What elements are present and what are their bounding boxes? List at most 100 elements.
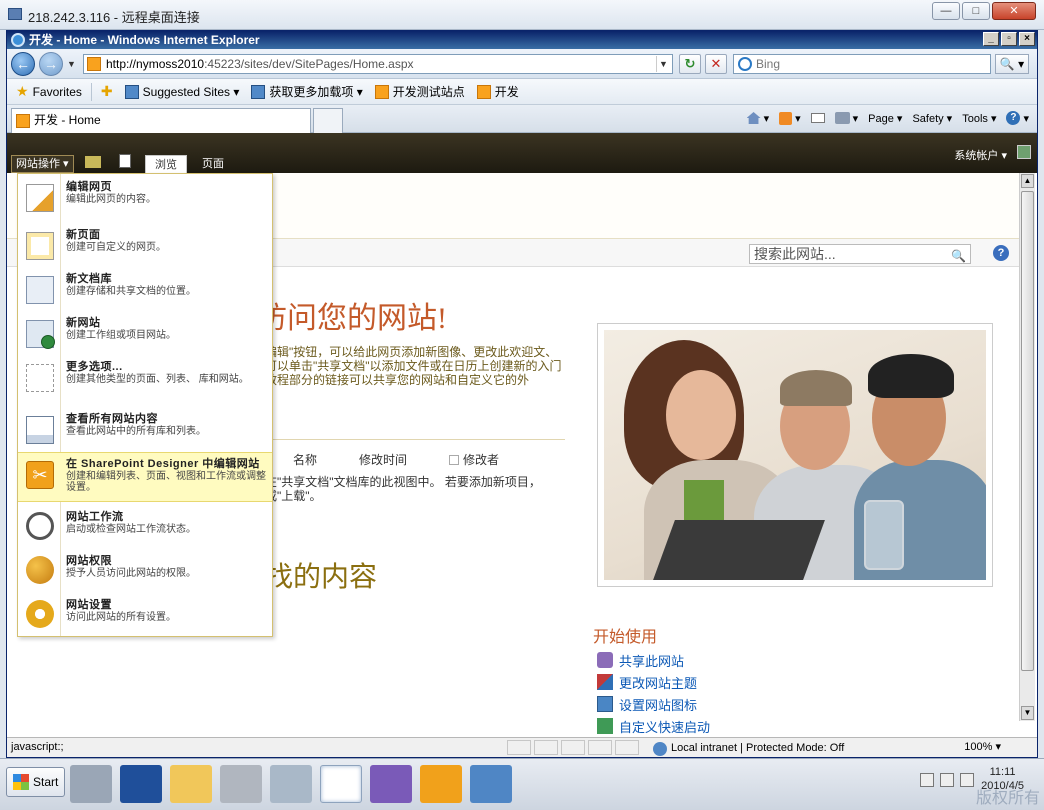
more-options-icon bbox=[26, 364, 54, 392]
ie-page-icon bbox=[251, 84, 266, 99]
forward-button[interactable]: → bbox=[39, 52, 63, 76]
network-icon[interactable] bbox=[470, 765, 512, 803]
rdp-maximize-button[interactable]: □ bbox=[962, 2, 990, 20]
print-button[interactable]: ▾ bbox=[834, 112, 858, 125]
gs-change-theme[interactable]: 更改网站主题 bbox=[597, 671, 710, 693]
safety-menu[interactable]: Safety ▾ bbox=[912, 112, 952, 125]
new-tab-button[interactable] bbox=[313, 108, 343, 133]
address-input[interactable]: http://nymoss2010:45223/sites/dev/SitePa… bbox=[83, 54, 673, 74]
gs-share-site[interactable]: 共享此网站 bbox=[597, 649, 710, 671]
tab-browse[interactable]: 浏览 bbox=[145, 155, 187, 173]
fav-dev-test-site[interactable]: 开发测试站点 bbox=[372, 83, 468, 100]
scroll-up-icon[interactable]: ▲ bbox=[1021, 174, 1034, 188]
help-icon[interactable]: ? bbox=[993, 245, 1009, 261]
site-search-placeholder: 搜索此网站... bbox=[754, 246, 836, 262]
visual-studio-icon[interactable] bbox=[370, 765, 412, 803]
zoom-control[interactable]: 100% ▾ bbox=[964, 738, 1001, 757]
menu-new-page[interactable]: 新页面 创建可自定义的网页。 bbox=[18, 226, 272, 260]
col-modified[interactable]: 修改时间 bbox=[359, 451, 407, 468]
menu-more-options[interactable]: 更多选项... 创建其他类型的页面、列表、 库和网站。 bbox=[18, 358, 272, 392]
gs-quick-launch[interactable]: 自定义快速启动 bbox=[597, 715, 710, 737]
favorites-button[interactable]: ★ Favorites bbox=[13, 83, 85, 100]
sharepoint-icon bbox=[476, 84, 491, 99]
powershell-icon[interactable] bbox=[120, 765, 162, 803]
add-favorite-button[interactable]: ✚ bbox=[98, 83, 116, 100]
start-button[interactable]: Start bbox=[6, 767, 66, 797]
search-button[interactable]: 🔍 ▾ bbox=[995, 54, 1029, 74]
doc-list-header: 名称 修改时间 修改者 bbox=[293, 451, 583, 468]
col-modified-by[interactable]: 修改者 bbox=[449, 451, 541, 468]
ie-close-button[interactable]: × bbox=[1019, 32, 1035, 46]
feeds-button[interactable]: ▾ bbox=[779, 111, 801, 125]
fav-label: Suggested Sites ▾ bbox=[142, 84, 240, 99]
url-host: http://nymoss2010 bbox=[106, 57, 205, 71]
search-icon[interactable]: 🔍 bbox=[951, 247, 966, 265]
ie-restore-button[interactable]: ▫ bbox=[1001, 32, 1017, 46]
rdp-minimize-button[interactable]: — bbox=[932, 2, 960, 20]
document-library-icon bbox=[26, 276, 54, 304]
ie-logo-icon bbox=[11, 33, 25, 47]
menu-view-all-content[interactable]: 查看所有网站内容 查看此网站中的所有库和列表。 bbox=[18, 410, 272, 444]
favorites-label: Favorites bbox=[32, 84, 82, 99]
help-button[interactable]: ? ▾ bbox=[1006, 111, 1029, 125]
col-name[interactable]: 名称 bbox=[293, 451, 317, 468]
tab-page[interactable]: 页面 bbox=[193, 155, 233, 173]
fav-label: 开发测试站点 bbox=[392, 85, 465, 99]
scroll-down-icon[interactable]: ▼ bbox=[1021, 706, 1034, 720]
user-icon[interactable] bbox=[1017, 145, 1031, 159]
new-page-icon bbox=[26, 232, 54, 260]
address-dropdown-icon[interactable]: ▼ bbox=[656, 56, 670, 72]
status-text: javascript:; bbox=[11, 741, 64, 753]
services-gear-icon[interactable] bbox=[270, 765, 312, 803]
home-button[interactable]: ▾ bbox=[746, 112, 769, 125]
recent-pages-dropdown-icon[interactable]: ▼ bbox=[67, 59, 76, 69]
edit-page-icon[interactable] bbox=[119, 154, 131, 168]
menu-desc: 创建存储和共享文档的位置。 bbox=[66, 286, 196, 297]
explorer-folder-icon[interactable] bbox=[170, 765, 212, 803]
menu-desc: 编辑此网页的内容。 bbox=[66, 194, 156, 205]
site-search-input[interactable]: 搜索此网站... 🔍 bbox=[749, 244, 971, 264]
menu-new-site[interactable]: 新网站 创建工作组或项目网站。 bbox=[18, 314, 272, 349]
back-button[interactable]: ← bbox=[11, 52, 35, 76]
fav-suggested-sites[interactable]: Suggested Sites ▾ bbox=[122, 84, 243, 99]
fav-get-addons[interactable]: 获取更多加载项 ▾ bbox=[248, 83, 365, 100]
site-actions-menu[interactable]: 网站操作 ▾ bbox=[11, 155, 74, 173]
vertical-scrollbar[interactable]: ▲ ▼ bbox=[1019, 173, 1035, 721]
volume-icon[interactable] bbox=[960, 773, 974, 787]
network-tray-icon[interactable] bbox=[940, 773, 954, 787]
tools-menu[interactable]: Tools ▾ bbox=[962, 112, 996, 125]
tab-home[interactable]: 开发 - Home bbox=[11, 108, 311, 133]
tools-icon[interactable] bbox=[220, 765, 262, 803]
sharepoint-page: 网站操作 ▾ 浏览 页面 系统帐户 ▾ 搜索此网站... 🔍 ? 访问您的网站!… bbox=[7, 133, 1037, 737]
navigate-up-icon[interactable] bbox=[85, 156, 101, 168]
stop-button[interactable]: ✕ bbox=[705, 54, 727, 74]
rdp-close-button[interactable]: ✕ bbox=[992, 2, 1036, 20]
site-favicon-icon bbox=[87, 57, 101, 71]
divider bbox=[90, 82, 92, 101]
fav-dev[interactable]: 开发 bbox=[474, 83, 522, 100]
menu-edit-page[interactable]: 编辑网页 编辑此网页的内容。 bbox=[18, 178, 272, 212]
sharepoint-designer-icon: ✂ bbox=[26, 461, 54, 489]
ie-minimize-button[interactable]: _ bbox=[983, 32, 999, 46]
mail-button[interactable] bbox=[810, 113, 825, 123]
menu-site-workflows[interactable]: 网站工作流 启动或检查网站工作流状态。 bbox=[18, 508, 272, 540]
menu-site-settings[interactable]: 网站设置 访问此网站的所有设置。 bbox=[18, 596, 272, 628]
share-icon bbox=[597, 652, 613, 668]
page-menu[interactable]: Page ▾ bbox=[868, 112, 902, 125]
sharepoint-designer-taskbar-icon[interactable] bbox=[420, 765, 462, 803]
server-manager-icon[interactable] bbox=[70, 765, 112, 803]
menu-new-library[interactable]: 新文档库 创建存储和共享文档的位置。 bbox=[18, 270, 272, 304]
flag-icon[interactable] bbox=[920, 773, 934, 787]
user-menu[interactable]: 系统帐户 ▾ bbox=[954, 147, 1007, 163]
mail-icon bbox=[810, 113, 825, 123]
internet-explorer-icon[interactable] bbox=[320, 765, 362, 803]
site-actions-dropdown: 编辑网页 编辑此网页的内容。 新页面 创建可自定义的网页。 新文档库 创建存储和共享文… bbox=[17, 173, 273, 637]
security-zone[interactable]: Local intranet | Protected Mode: Off bbox=[653, 739, 844, 758]
menu-site-permissions[interactable]: 网站权限 授予人员访问此网站的权限。 bbox=[18, 552, 272, 584]
menu-edit-in-spd[interactable]: ✂ 在 SharePoint Designer 中编辑网站 创建和编辑列表、页面、视… bbox=[18, 452, 272, 502]
refresh-button[interactable]: ↻ bbox=[679, 54, 701, 74]
search-input[interactable]: Bing bbox=[733, 54, 991, 74]
scroll-thumb[interactable] bbox=[1021, 191, 1034, 671]
view-all-content-icon bbox=[26, 416, 54, 444]
gs-site-icon[interactable]: 设置网站图标 bbox=[597, 693, 710, 715]
